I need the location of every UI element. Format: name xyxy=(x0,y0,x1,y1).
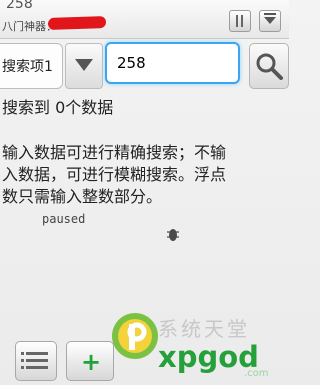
search-hint: 输入数据可进行精确搜索；不输 入数据，可进行模糊搜索。浮点 数只需输入整数部分。 xyxy=(2,142,289,208)
search-icon xyxy=(256,53,283,80)
collapse-icon xyxy=(264,13,276,24)
search-item-label: 搜索项1 xyxy=(2,59,53,75)
bug-icon xyxy=(167,229,179,241)
watermark-domain: .com xyxy=(244,368,269,379)
search-input[interactable] xyxy=(105,42,240,84)
hint-line: 入数据，可进行模糊搜索。浮点 xyxy=(2,165,227,184)
minimize-button[interactable] xyxy=(259,10,281,32)
window-title: 258 xyxy=(6,0,33,12)
watermark-cn: 系统天堂 xyxy=(158,317,250,341)
add-button[interactable]: + xyxy=(66,341,114,381)
search-item-select[interactable]: 搜索项1 xyxy=(0,43,63,89)
xpgod-logo-icon xyxy=(112,313,158,359)
pause-icon xyxy=(236,15,238,27)
hint-line: 数只需输入整数部分。 xyxy=(2,187,163,206)
result-count: 搜索到 0个数据 xyxy=(2,98,114,117)
plus-icon: + xyxy=(81,348,102,376)
chevron-down-icon xyxy=(75,59,93,71)
list-button[interactable] xyxy=(15,341,57,381)
title-bar: 258 八门神器： xyxy=(0,0,289,39)
list-icon xyxy=(21,352,48,355)
search-button[interactable] xyxy=(249,43,289,89)
hint-line: 输入数据可进行精确搜索；不输 xyxy=(2,143,227,162)
pause-button[interactable] xyxy=(229,10,251,32)
paused-label: paused xyxy=(42,212,86,226)
dropdown-button[interactable] xyxy=(65,43,103,89)
redaction-mark xyxy=(47,15,107,31)
